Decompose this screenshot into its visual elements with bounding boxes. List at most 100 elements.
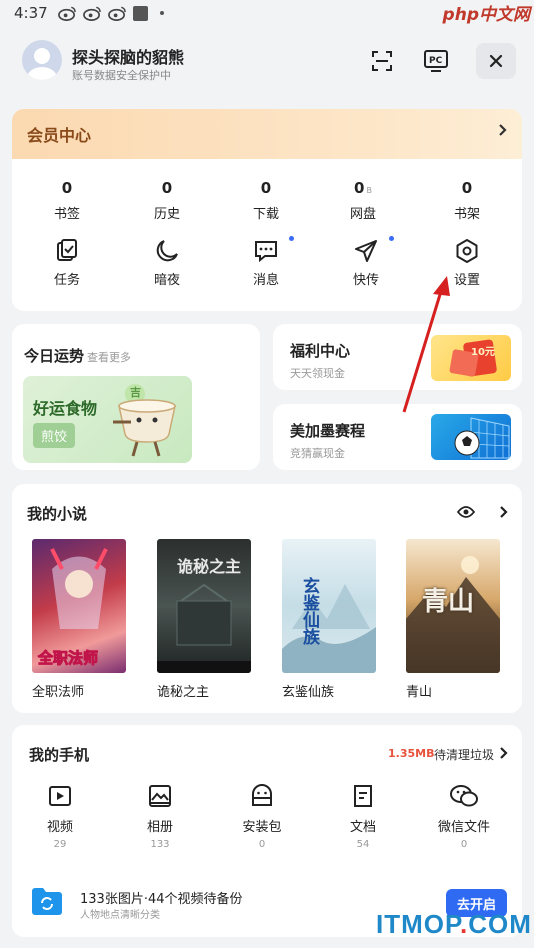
tool-label: 快传 (352, 273, 379, 288)
my-phone-title: 我的手机 (29, 746, 90, 764)
backup-title: 133张图片·44个视频待备份 (80, 892, 243, 907)
book-item[interactable]: 全职法师 全职法师 (32, 539, 128, 700)
eye-icon[interactable] (457, 505, 475, 519)
junk-size: 1.35MB (388, 747, 435, 760)
match-title: 美加墨赛程 (290, 422, 366, 440)
status-time: 4:37 (14, 4, 48, 22)
pc-label: PC (429, 56, 443, 66)
stat-number: 0 (161, 179, 173, 197)
package-icon (252, 784, 272, 806)
tool-label: 任务 (53, 273, 80, 288)
book-item[interactable]: 青山 青山 (406, 539, 502, 700)
phone-item-video[interactable]: 视频 29 (15, 782, 105, 850)
stat-downloads[interactable]: 0 下载 (226, 179, 306, 222)
phone-item-label: 文档 (349, 820, 376, 835)
fortune-card[interactable]: 今日运势 查看更多 好运食物 煎饺 吉 (12, 324, 260, 470)
stat-history[interactable]: 0 历史 (127, 179, 207, 222)
stat-number: 0B (354, 179, 372, 197)
book-name: 青山 (406, 685, 433, 700)
book-cover: 诡秘之主 (157, 539, 251, 673)
chevron-right-icon[interactable] (499, 505, 509, 519)
phone-item-album[interactable]: 相册 133 (115, 782, 205, 850)
wechat-icon (450, 785, 478, 807)
stat-number: 0 (461, 179, 473, 197)
welfare-badge: 10元 (471, 347, 495, 358)
phone-item-count: 0 (460, 839, 468, 850)
welfare-title: 福利中心 (290, 342, 351, 360)
cup-mascot-icon (113, 384, 176, 457)
cover-title: 玄鉴仙族 (299, 577, 319, 645)
annotation-arrow (402, 276, 450, 413)
chevron-right-icon[interactable] (499, 746, 509, 760)
phone-item-wechat[interactable]: 微信文件 0 (419, 782, 509, 850)
my-novels-title: 我的小说 (27, 505, 88, 523)
phone-item-label: 安装包 (242, 820, 282, 835)
stat-unit: B (366, 186, 372, 195)
phone-item-label: 相册 (146, 820, 173, 835)
lucky-food-panel[interactable]: 好运食物 煎饺 吉 (23, 376, 192, 463)
book-name: 全职法师 (32, 685, 85, 700)
tool-quick-transfer[interactable]: 快传 (326, 237, 406, 288)
book-name: 诡秘之主 (157, 685, 210, 700)
cover-title: 青山 (422, 587, 475, 617)
square-icon (133, 5, 148, 21)
fortune-more-link[interactable]: 查看更多 (87, 349, 131, 365)
match-subtitle: 竞猜赢现金 (290, 447, 345, 460)
username[interactable]: 探头探脑的貂熊 (72, 44, 184, 68)
status-icons (58, 5, 164, 21)
tool-night-mode[interactable]: 暗夜 (127, 237, 207, 288)
book-name: 玄鉴仙族 (282, 685, 335, 700)
book-item[interactable]: 诡秘之主 诡秘之主 (157, 539, 253, 700)
phone-item-count: 54 (356, 839, 370, 850)
my-phone-section: 我的手机 1.35MB 待清理垃圾 视频 29 相册 133 安装包 0 文档 … (12, 725, 522, 937)
lucky-badge: 吉 (130, 386, 141, 399)
phone-item-document[interactable]: 文档 54 (318, 782, 408, 850)
book-cover: 全职法师 (32, 539, 126, 673)
stat-label: 下载 (252, 207, 279, 222)
tool-task[interactable]: 任务 (27, 237, 107, 288)
scan-button[interactable] (362, 43, 402, 79)
album-icon (149, 785, 171, 807)
phone-item-count: 133 (150, 839, 170, 850)
weibo-icon (58, 6, 76, 21)
welfare-subtitle: 天天领现金 (290, 367, 345, 380)
account-security-text: 账号数据安全保护中 (72, 69, 171, 82)
stat-label: 历史 (153, 207, 180, 222)
avatar-icon (27, 48, 57, 80)
chevron-right-icon (499, 124, 507, 136)
stat-number: 0 (260, 179, 272, 197)
send-icon (355, 240, 377, 262)
cover-title: 诡秘之主 (177, 557, 242, 576)
book-cover: 青山 (406, 539, 500, 673)
book-item[interactable]: 玄鉴仙族 玄鉴仙族 (282, 539, 378, 700)
php-watermark: php中文网 (442, 5, 530, 25)
close-button[interactable] (476, 43, 516, 79)
pc-button[interactable]: PC (416, 43, 456, 79)
phone-item-package[interactable]: 安装包 0 (217, 782, 307, 850)
notification-dot (289, 236, 294, 241)
fortune-title: 今日运势 (24, 347, 85, 365)
stat-label: 书架 (453, 207, 480, 222)
scan-icon (372, 51, 392, 71)
member-center-header[interactable]: 会员中心 (12, 109, 522, 159)
football-banner (431, 414, 511, 460)
notification-dot (389, 236, 394, 241)
backup-subtitle: 人物地点清晰分类 (80, 910, 160, 921)
task-icon (57, 239, 77, 261)
phone-item-label: 微信文件 (437, 820, 490, 835)
stat-cloud-disk[interactable]: 0B 网盘 (323, 179, 403, 222)
book-cover: 玄鉴仙族 (282, 539, 376, 673)
weibo-icon (108, 6, 126, 21)
stat-bookmarks[interactable]: 0 书签 (27, 179, 107, 222)
settings-icon (456, 239, 478, 263)
avatar[interactable] (22, 40, 62, 80)
folder-sync-icon (32, 888, 62, 915)
itmop-watermark: ITMOP.COM (376, 909, 532, 939)
cover-title: 全职法师 (37, 649, 99, 668)
tool-messages[interactable]: 消息 (226, 237, 306, 288)
junk-clean-link[interactable]: 待清理垃圾 (434, 746, 494, 763)
lucky-food-title: 好运食物 (33, 399, 98, 418)
video-icon (49, 786, 71, 806)
stat-bookshelf[interactable]: 0 书架 (427, 179, 507, 222)
stat-label: 书签 (53, 207, 80, 222)
